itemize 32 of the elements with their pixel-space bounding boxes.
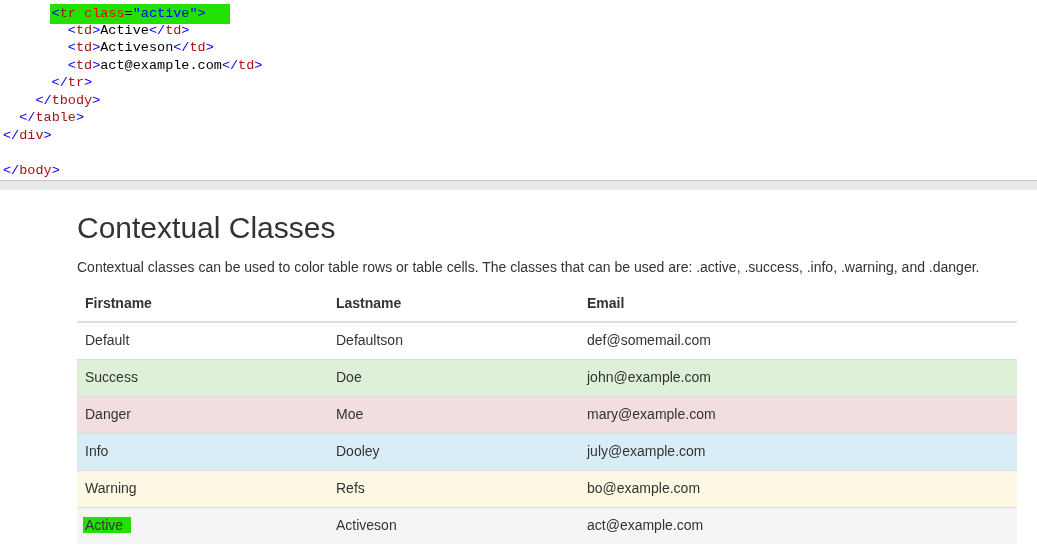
code-line: </tr> <box>51 74 93 92</box>
table-cell: Dooley <box>336 443 380 459</box>
table-cell: Success <box>85 369 138 385</box>
splitter-bar[interactable] <box>0 180 1037 190</box>
heading: Contextual Classes <box>77 210 337 246</box>
table-cell: Active <box>83 517 132 534</box>
table-cell: mary@example.com <box>587 406 716 422</box>
code-line: <td>act@example.com</td> <box>67 56 263 74</box>
description: Contextual classes can be used to color table rows or table cells. The classes that can be used are: .active, .success, .info, .warning, and .danger. <box>77 258 981 277</box>
code-line: </table> <box>19 109 85 127</box>
table-cell: Defaultson <box>336 332 403 349</box>
column-header: Firstname <box>85 295 152 311</box>
table-cell: def@somemail.com <box>587 332 711 349</box>
table-cell: Default <box>85 332 130 349</box>
table-cell: Info <box>85 443 109 459</box>
table-cell: Danger <box>85 406 131 422</box>
table-cell: Doe <box>336 369 362 385</box>
table-cell: bo@example.com <box>587 480 701 496</box>
table-cell: Refs <box>336 480 365 496</box>
column-header: Email <box>587 295 625 311</box>
code-line: </tbody> <box>35 91 101 109</box>
code-line: <td>Active</td> <box>67 21 190 39</box>
code-line: </div> <box>3 126 52 144</box>
table-cell: act@example.com <box>587 517 704 534</box>
code-line: <td>Activeson</td> <box>67 39 214 57</box>
code-line: </body> <box>3 161 60 179</box>
table-cell: Warning <box>85 480 137 496</box>
table-cell: john@example.com <box>587 369 711 385</box>
table-cell: Moe <box>336 406 364 422</box>
column-header: Lastname <box>336 295 402 311</box>
table-cell: Activeson <box>336 517 397 534</box>
table-cell: july@example.com <box>587 443 706 459</box>
